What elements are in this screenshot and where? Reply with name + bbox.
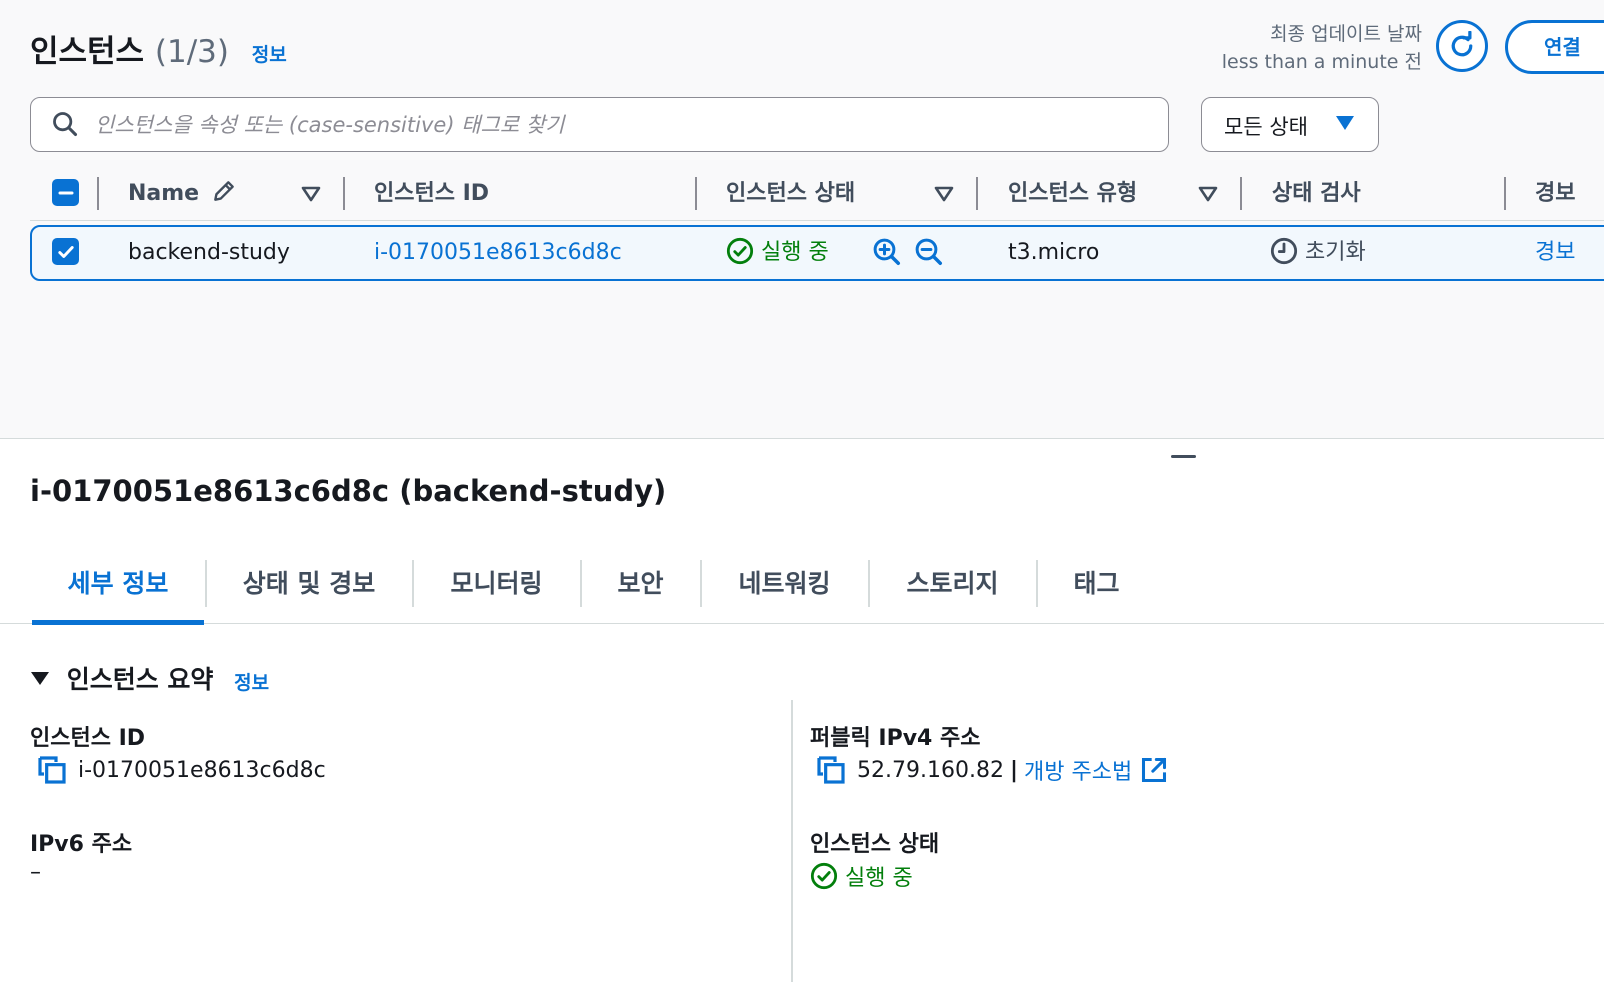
external-link-icon[interactable] <box>1140 756 1168 784</box>
section-title: 인스턴스 요약 <box>66 665 214 694</box>
edit-pencil-icon <box>213 181 234 201</box>
column-header-alarm[interactable]: 경보 <box>1535 168 1575 220</box>
table-row[interactable]: backend-study i-0170051e8613c6d8c 실행 중 t… <box>30 225 1604 281</box>
public-ipv4-label: 퍼블릭 IPv4 주소 <box>810 726 981 751</box>
table-header: Name 인스턴스 ID 인스턴스 상태 인스턴스 유형 상태 검사 경보 <box>30 168 1604 221</box>
ipv6-label: IPv6 주소 <box>30 832 133 857</box>
search-input[interactable] <box>93 106 1157 144</box>
success-check-icon <box>726 237 754 265</box>
page-title-text: 인스턴스 <box>30 34 145 70</box>
state-filter-value: 모든 상태 <box>1224 115 1308 139</box>
sort-caret-icon[interactable] <box>1198 185 1218 203</box>
cell-name: backend-study <box>128 240 290 265</box>
instance-id-value-row: i-0170051e8613c6d8c <box>36 754 326 786</box>
public-ipv4-value-row: 52.79.160.82 | 개방 주소법 <box>815 754 1168 786</box>
zoom-out-icon[interactable] <box>914 237 944 267</box>
detail-title: i-0170051e8613c6d8c (backend-study) <box>30 474 667 508</box>
collapse-triangle-icon <box>31 672 49 685</box>
copy-icon[interactable] <box>815 754 847 786</box>
column-header-instance-type[interactable]: 인스턴스 유형 <box>1008 168 1137 220</box>
tab-storage[interactable]: 스토리지 <box>869 548 1036 620</box>
column-separator[interactable] <box>343 177 345 210</box>
cell-status-check: 초기화 <box>1270 227 1366 279</box>
column-header-status-check[interactable]: 상태 검사 <box>1272 168 1361 220</box>
sort-caret-icon[interactable] <box>934 185 954 203</box>
tab-tags[interactable]: 태그 <box>1037 548 1156 620</box>
column-separator[interactable] <box>695 177 697 210</box>
instance-id-label: 인스턴스 ID <box>30 726 146 751</box>
instance-count: (1/3) <box>154 34 229 70</box>
column-separator[interactable] <box>1504 177 1506 210</box>
tab-monitoring[interactable]: 모니터링 <box>413 548 580 620</box>
caret-down-icon <box>1336 116 1354 130</box>
alarm-link[interactable]: 경보 <box>1535 227 1575 279</box>
split-panel-resize-handle[interactable] <box>1171 455 1196 458</box>
sort-caret-icon[interactable] <box>301 185 321 203</box>
tab-status-alarms[interactable]: 상태 및 경보 <box>206 548 412 620</box>
search-icon <box>53 112 78 137</box>
status-check-text: 초기화 <box>1305 240 1366 265</box>
ipv6-value: – <box>30 860 41 885</box>
tab-security[interactable]: 보안 <box>581 548 700 620</box>
refresh-icon <box>1451 31 1473 57</box>
section-info-link[interactable]: 정보 <box>234 672 269 694</box>
info-link[interactable]: 정보 <box>252 44 287 66</box>
instance-id-value: i-0170051e8613c6d8c <box>78 757 326 783</box>
checkbox-indeterminate-icon <box>58 191 73 194</box>
column-separator[interactable] <box>1240 177 1242 210</box>
cell-instance-state: 실행 중 <box>726 227 829 279</box>
value-separator: | <box>1009 757 1018 783</box>
checkbox-checked-icon <box>57 245 74 258</box>
instance-state-label: 인스턴스 상태 <box>810 832 940 857</box>
refresh-button[interactable] <box>1436 20 1488 72</box>
column-separator[interactable] <box>97 177 99 210</box>
public-ipv4-value: 52.79.160.82 <box>857 757 1004 783</box>
success-check-icon <box>810 862 838 890</box>
column-header-instance-state[interactable]: 인스턴스 상태 <box>726 168 855 220</box>
column-header-name[interactable]: Name <box>128 168 237 220</box>
column-header-name-label: Name <box>128 181 200 206</box>
last-updated: 최종 업데이트 날짜 less than a minute 전 <box>1222 20 1422 76</box>
last-updated-label: 최종 업데이트 날짜 <box>1270 23 1422 45</box>
instance-state-text: 실행 중 <box>761 240 829 265</box>
column-header-instance-id[interactable]: 인스턴스 ID <box>374 168 489 220</box>
detail-tabs: 세부 정보 상태 및 경보 모니터링 보안 네트워킹 스토리지 태그 <box>0 548 1604 625</box>
column-separator[interactable] <box>976 177 978 210</box>
last-updated-value: less than a minute 전 <box>1221 51 1422 73</box>
tab-networking[interactable]: 네트워킹 <box>701 548 868 620</box>
pending-clock-icon <box>1270 237 1298 265</box>
tab-details[interactable]: 세부 정보 <box>32 548 204 625</box>
zoom-in-icon[interactable] <box>872 237 902 267</box>
cell-instance-type: t3.micro <box>1008 240 1100 265</box>
column-divider <box>791 700 793 982</box>
instance-summary-header[interactable]: 인스턴스 요약 정보 <box>30 660 269 696</box>
page-title: 인스턴스 (1/3) 정보 <box>30 26 287 71</box>
instance-state-value-row: 실행 중 <box>810 860 913 892</box>
copy-icon[interactable] <box>36 754 68 786</box>
open-address-link[interactable]: 개방 주소법 <box>1024 754 1132 786</box>
search-box[interactable] <box>30 97 1169 152</box>
state-filter-select[interactable]: 모든 상태 <box>1201 97 1379 152</box>
instance-state-value: 실행 중 <box>845 866 913 891</box>
instance-id-link[interactable]: i-0170051e8613c6d8c <box>374 227 622 279</box>
select-all-checkbox[interactable] <box>52 179 79 206</box>
row-checkbox[interactable] <box>52 238 79 265</box>
connect-button[interactable]: 연결 <box>1505 20 1604 74</box>
instances-list-panel: 인스턴스 (1/3) 정보 최종 업데이트 날짜 less than a min… <box>0 0 1604 439</box>
